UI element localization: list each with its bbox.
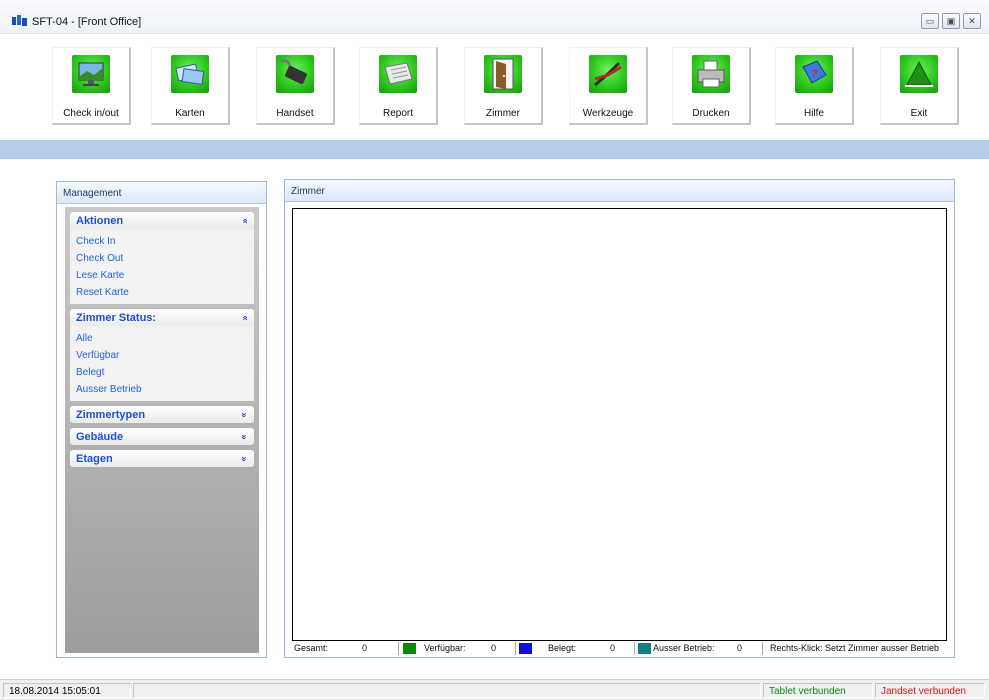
management-body: Aktionen » Check In Check Out Lese Karte… [65,207,259,653]
management-panel: Management Aktionen » Check In Check Out… [56,181,267,658]
report-label: Report [382,108,413,119]
handset-cell: Jandset verbunden [875,683,985,698]
chevron-down-icon[interactable]: » [239,412,249,417]
karten-label: Karten [175,108,205,119]
group-title: Aktionen [76,215,124,227]
context-hint: Rechts-Klick: Setzt Zimmer ausser Betrie… [770,643,940,653]
group-aktionen: Aktionen » Check In Check Out Lese Karte… [70,212,254,304]
header-band [0,140,989,159]
check-in-out-label: Check in/out [63,108,119,119]
door-icon [484,55,522,93]
group-title: Gebäude [76,431,124,443]
verfuegbar-swatch [403,643,416,654]
group-header-gebaeude[interactable]: Gebäude » [70,428,254,445]
report-icon [379,55,417,93]
group-title: Zimmertypen [76,409,146,421]
group-gebaeude: Gebäude » [70,428,254,445]
room-status-bar: Gesamt: 0 Verfügbar: 0 Belegt: 0 Ausser … [292,642,949,656]
divider [762,642,763,655]
group-header-aktionen[interactable]: Aktionen » [70,212,254,229]
divider [515,642,516,655]
group-header-zimmer-status[interactable]: Zimmer Status: » [70,309,254,326]
link-check-in[interactable]: Check In [76,233,254,250]
link-lese-karte[interactable]: Lese Karte [76,267,254,284]
link-verfuegbar[interactable]: Verfügbar [76,347,254,364]
karten-button[interactable]: Karten [151,47,230,125]
chevron-up-icon[interactable]: » [239,218,249,223]
ausser-betrieb-value: 0 [737,643,743,653]
minimize-button[interactable]: ▭ [921,13,939,29]
datetime: 18.08.2014 15:05:01 [9,686,101,697]
help-book-icon: ? [795,55,833,93]
app-logo-icon [12,15,27,26]
drucken-label: Drucken [692,108,730,119]
close-button[interactable]: ✕ [963,13,981,29]
window-title: SFT-04 - [Front Office] [32,16,142,28]
exit-button[interactable]: Exit [880,47,959,125]
check-in-out-button[interactable]: Check in/out [52,47,131,125]
ausser-betrieb-label: Ausser Betrieb: [653,643,715,653]
zimmer-title: Zimmer [285,180,954,202]
divider [634,642,635,655]
room-grid[interactable] [292,208,947,641]
belegt-swatch [519,643,532,654]
gesamt-label: Gesamt: [294,643,329,653]
maximize-button[interactable]: ▣ [942,13,960,29]
belegt-value: 0 [610,643,616,653]
handset-status: Jandset verbunden [881,686,967,697]
group-header-etagen[interactable]: Etagen » [70,450,254,467]
gesamt-value: 0 [362,643,368,653]
cards-icon [171,55,209,93]
drucken-button[interactable]: Drucken [672,47,751,125]
tablet-cell: Tablet verbunden [763,683,873,698]
belegt-label: Belegt: [548,643,577,653]
werkzeuge-label: Werkzeuge [582,108,634,119]
group-zimmer-status: Zimmer Status: » Alle Verfügbar Belegt A… [70,309,254,401]
link-alle[interactable]: Alle [76,330,254,347]
tablet-status: Tablet verbunden [769,686,846,697]
title-bar: SFT-04 - [Front Office] ▭ ▣ ✕ [0,0,989,34]
svg-text:?: ? [811,68,818,80]
zimmer-button[interactable]: Zimmer [464,47,543,125]
hilfe-button[interactable]: ? Hilfe [775,47,854,125]
verfuegbar-label: Verfügbar: [424,643,466,653]
handset-label: Handset [276,108,314,119]
group-etagen: Etagen » [70,450,254,467]
hilfe-label: Hilfe [803,108,824,119]
group-zimmertypen: Zimmertypen » [70,406,254,423]
link-ausser-betrieb[interactable]: Ausser Betrieb [76,381,254,398]
group-header-zimmertypen[interactable]: Zimmertypen » [70,406,254,423]
group-title: Zimmer Status: [76,312,157,324]
ausser-betrieb-swatch [638,643,651,654]
divider [398,642,399,655]
handset-icon [276,55,314,93]
message-cell [133,683,761,698]
chevron-down-icon[interactable]: » [239,434,249,439]
report-button[interactable]: Report [359,47,438,125]
link-check-out[interactable]: Check Out [76,250,254,267]
link-belegt[interactable]: Belegt [76,364,254,381]
group-title: Etagen [76,453,113,465]
monitor-icon [72,55,110,93]
zimmer-panel: Zimmer Gesamt: 0 Verfügbar: 0 Belegt: 0 … [284,179,955,658]
main-toolbar: Check in/out Karten Handset Report Zimme… [0,34,989,140]
exit-icon [900,55,938,93]
handset-button[interactable]: Handset [256,47,335,125]
printer-icon [692,55,730,93]
zimmer-label: Zimmer [486,108,520,119]
link-reset-karte[interactable]: Reset Karte [76,284,254,301]
verfuegbar-value: 0 [491,643,497,653]
chevron-up-icon[interactable]: » [239,315,249,320]
exit-label: Exit [910,108,928,119]
chevron-down-icon[interactable]: » [239,456,249,461]
werkzeuge-button[interactable]: Werkzeuge [569,47,648,125]
status-bar: 18.08.2014 15:05:01 Tablet verbunden Jan… [0,679,989,700]
management-title: Management [57,182,266,204]
datetime-cell: 18.08.2014 15:05:01 [3,683,131,698]
pliers-icon [589,55,627,93]
